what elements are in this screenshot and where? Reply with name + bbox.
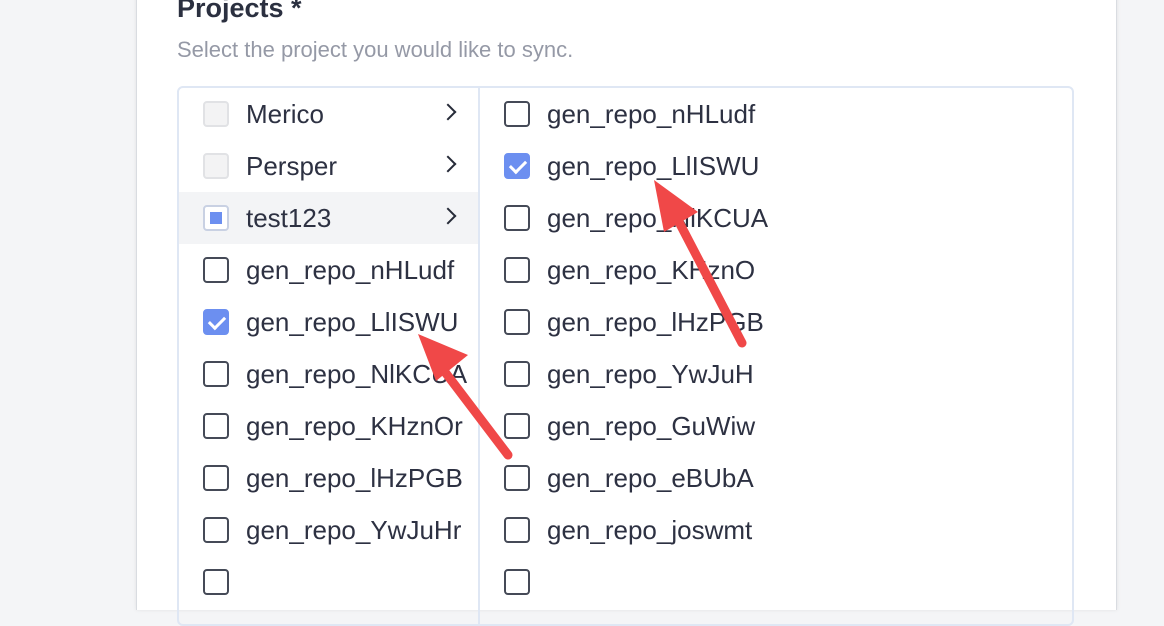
repo-label: gen_repo_YwJuH — [547, 358, 754, 389]
checkbox-checked[interactable] — [203, 309, 229, 335]
chevron-right-icon — [439, 207, 457, 225]
list-item[interactable]: gen_repo_eBUbA — [480, 452, 777, 504]
project-cascader: Merico Persper test123 gen_repo_nHLudf g… — [177, 86, 1074, 626]
checkbox[interactable] — [504, 361, 530, 387]
list-item[interactable]: gen_repo_LlISWU — [179, 296, 478, 348]
list-item[interactable]: gen_repo_nHLudf — [179, 244, 478, 296]
cascader-item-merico[interactable]: Merico — [179, 88, 478, 140]
checkbox[interactable] — [504, 569, 530, 595]
repo-label: gen_repo_GuWiw — [547, 410, 756, 441]
list-item[interactable]: gen_repo_lHzPGB — [480, 296, 777, 348]
chevron-right-icon — [439, 103, 457, 121]
cascader-column-repos: gen_repo_nHLudf gen_repo_LlISWU gen_repo… — [480, 88, 777, 624]
group-label: test123 — [246, 202, 332, 233]
checkbox[interactable] — [504, 517, 530, 543]
checkbox[interactable] — [504, 205, 530, 231]
projects-field-title: Projects * — [177, 0, 302, 23]
cascader-item-persper[interactable]: Persper — [179, 140, 478, 192]
checkbox[interactable] — [504, 309, 530, 335]
checkbox-disabled — [203, 153, 229, 179]
cascader-item-test123[interactable]: test123 — [179, 192, 478, 244]
repo-label: gen_repo_NlKCUA — [246, 358, 468, 389]
repo-label: gen_repo_lHzPGB — [246, 462, 463, 493]
checkbox[interactable] — [203, 517, 229, 543]
list-item[interactable]: gen_repo_GuWiw — [480, 400, 777, 452]
checkbox[interactable] — [504, 257, 530, 283]
list-item[interactable] — [179, 556, 478, 608]
repo-label: gen_repo_YwJuHr — [246, 514, 462, 545]
repo-label: gen_repo_nHLudf — [246, 254, 455, 285]
list-item[interactable]: gen_repo_YwJuHr — [179, 504, 478, 556]
list-item[interactable]: gen_repo_LlISWU — [480, 140, 777, 192]
list-item[interactable]: gen_repo_lHzPGB — [179, 452, 478, 504]
checkbox-indeterminate[interactable] — [203, 205, 229, 231]
repo-label: gen_repo_LlISWU — [246, 306, 459, 337]
list-item[interactable]: gen_repo_joswmt — [480, 504, 777, 556]
chevron-right-icon — [439, 155, 457, 173]
checkbox-checked[interactable] — [504, 153, 530, 179]
projects-form-card: Projects * Select the project you would … — [136, 0, 1117, 626]
list-item[interactable]: gen_repo_KHznOr — [179, 400, 478, 452]
list-item[interactable]: gen_repo_KHznO — [480, 244, 777, 296]
list-item[interactable]: gen_repo_NlKCUA — [179, 348, 478, 400]
checkbox[interactable] — [203, 569, 229, 595]
repo-label: gen_repo_KHznOr — [246, 410, 463, 441]
checkbox[interactable] — [203, 257, 229, 283]
checkbox[interactable] — [203, 361, 229, 387]
group-label: Persper — [246, 150, 338, 181]
list-item[interactable] — [480, 556, 777, 608]
list-item[interactable]: gen_repo_NlKCUA — [480, 192, 777, 244]
checkbox[interactable] — [203, 465, 229, 491]
cascader-column-groups: Merico Persper test123 gen_repo_nHLudf g… — [179, 88, 480, 624]
repo-label: gen_repo_LlISWU — [547, 150, 760, 181]
repo-label: gen_repo_NlKCUA — [547, 202, 769, 233]
checkbox[interactable] — [504, 101, 530, 127]
checkbox-disabled — [203, 101, 229, 127]
list-item[interactable]: gen_repo_nHLudf — [480, 88, 777, 140]
checkbox[interactable] — [203, 413, 229, 439]
checkbox[interactable] — [504, 465, 530, 491]
repo-label: gen_repo_eBUbA — [547, 462, 754, 493]
repo-label: gen_repo_nHLudf — [547, 98, 756, 129]
repo-label: gen_repo_joswmt — [547, 514, 753, 545]
repo-label: gen_repo_lHzPGB — [547, 306, 764, 337]
list-item[interactable]: gen_repo_YwJuH — [480, 348, 777, 400]
projects-field-hint: Select the project you would like to syn… — [177, 37, 574, 62]
group-label: Merico — [246, 98, 325, 129]
repo-label: gen_repo_KHznO — [547, 254, 756, 285]
checkbox[interactable] — [504, 413, 530, 439]
